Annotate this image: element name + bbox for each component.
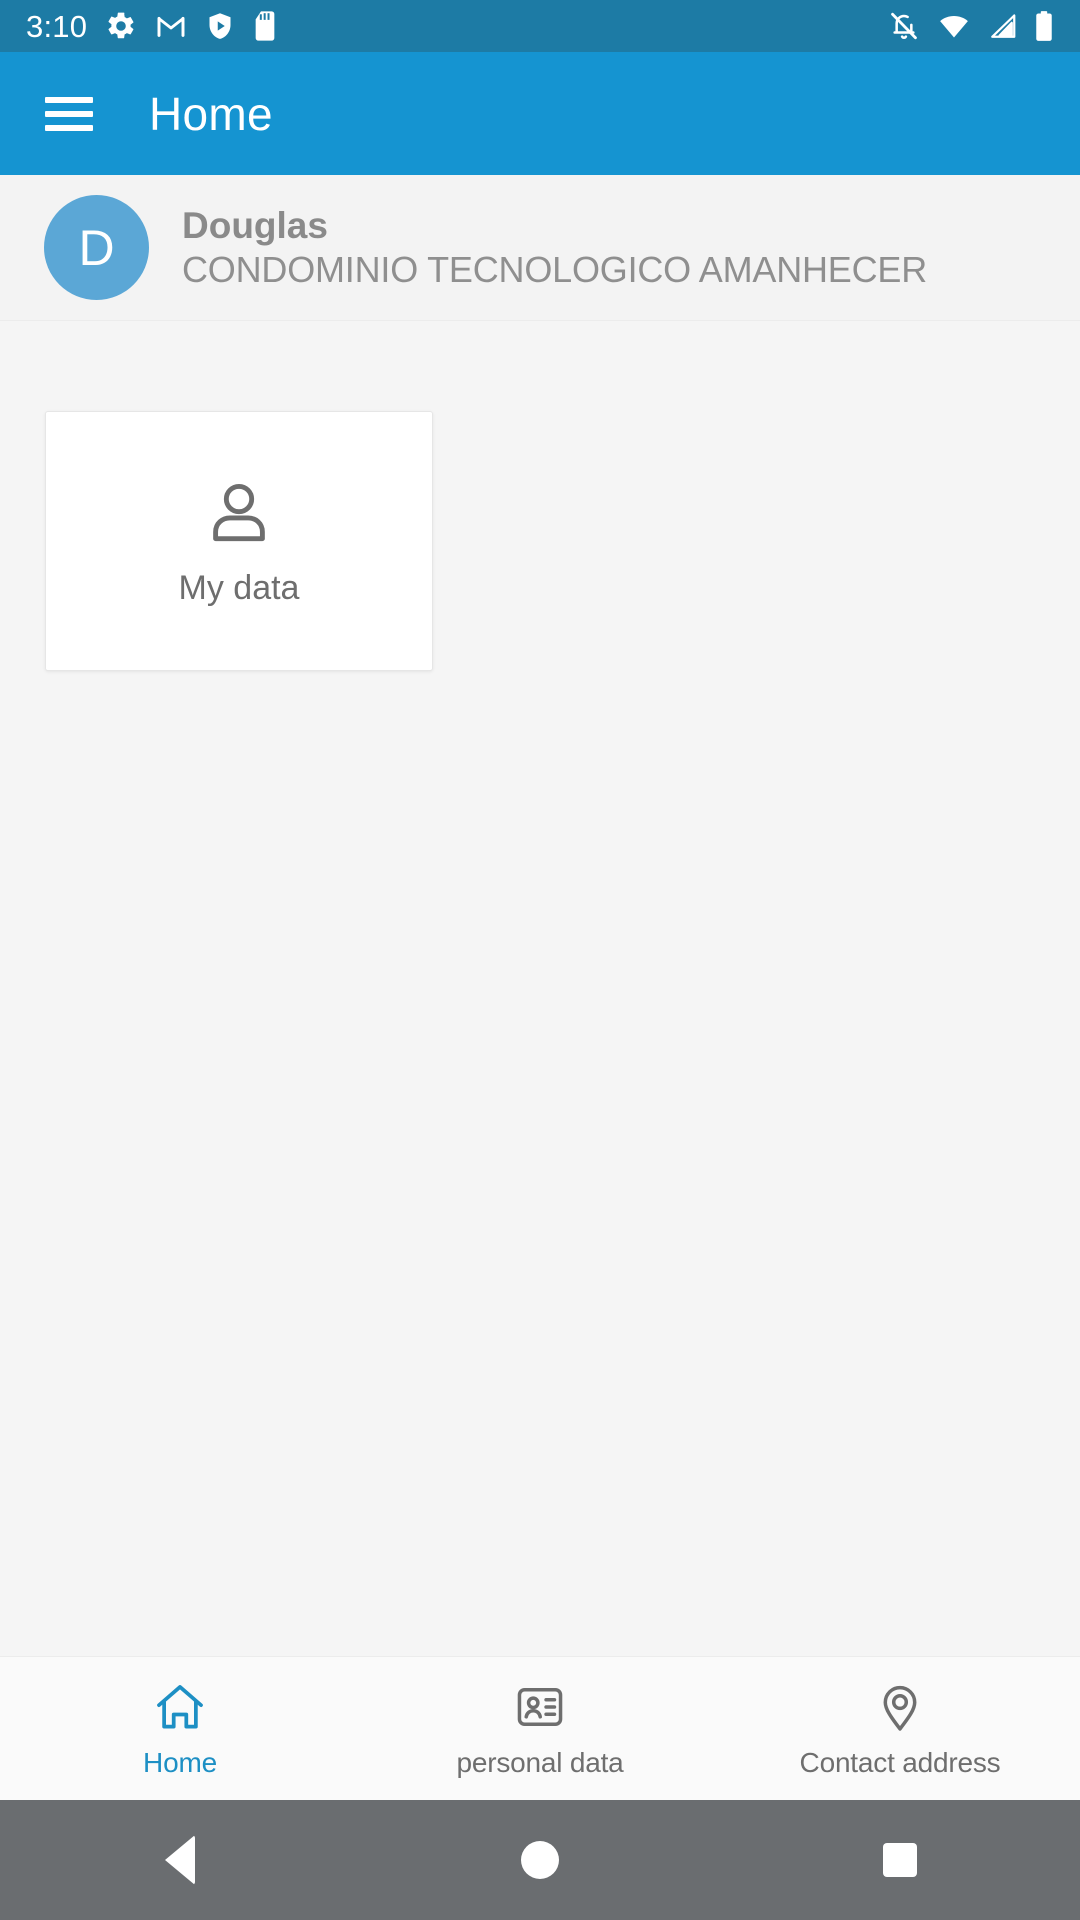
status-bar-clock: 3:10 — [26, 8, 88, 44]
person-outline-icon — [213, 483, 265, 541]
wifi-icon — [940, 16, 968, 38]
nav-item-contact-address[interactable]: Contact address — [720, 1679, 1080, 1779]
hamburger-menu-icon[interactable] — [45, 96, 93, 131]
status-bar-left-group: 3:10 — [26, 10, 277, 42]
status-bar-right-group — [888, 10, 1054, 42]
recents-square-icon — [883, 1843, 917, 1877]
hamburger-bar — [45, 124, 93, 131]
nav-label-home: Home — [143, 1746, 217, 1778]
status-bar: 3:10 — [0, 0, 1080, 52]
profile-text-group: Douglas CONDOMINIO TECNOLOGICO AMANHECER — [182, 205, 927, 291]
home-icon — [157, 1684, 203, 1728]
android-home-button[interactable] — [360, 1841, 720, 1879]
location-pin-icon — [883, 1685, 917, 1731]
id-card-icon — [517, 1687, 563, 1726]
gear-icon — [108, 12, 134, 39]
back-triangle-icon — [165, 1835, 195, 1885]
nav-label-personal-data: personal data — [456, 1746, 624, 1778]
tile-my-data[interactable]: My data — [45, 411, 433, 671]
android-back-button[interactable] — [0, 1835, 360, 1885]
tile-label: My data — [178, 568, 300, 607]
avatar: D — [44, 195, 149, 300]
bottom-navigation-bar: Home personal data Contact address — [0, 1656, 1080, 1800]
hamburger-bar — [45, 110, 93, 117]
nav-item-personal-data[interactable]: personal data — [360, 1679, 720, 1779]
nav-label-contact-address: Contact address — [799, 1746, 1001, 1778]
profile-name: Douglas — [182, 204, 328, 246]
nav-item-home[interactable]: Home — [0, 1679, 360, 1779]
notifications-off-icon — [891, 12, 917, 40]
android-recents-button[interactable] — [720, 1843, 1080, 1877]
cellular-signal-icon — [991, 14, 1016, 38]
profile-header[interactable]: D Douglas CONDOMINIO TECNOLOGICO AMANHEC… — [0, 175, 1080, 321]
app-bar: Home — [0, 52, 1080, 175]
main-content: My data — [0, 321, 1080, 1656]
hamburger-bar — [45, 96, 93, 103]
page-title: Home — [149, 87, 273, 140]
home-circle-icon — [521, 1841, 559, 1879]
tile-grid: My data — [45, 411, 1080, 671]
battery-icon — [1036, 11, 1052, 41]
sd-card-icon — [255, 11, 275, 41]
android-system-navigation-bar — [0, 1800, 1080, 1920]
profile-organization: CONDOMINIO TECNOLOGICO AMANHECER — [182, 249, 928, 291]
gmail-icon — [157, 16, 185, 37]
shield-play-icon — [209, 13, 231, 39]
